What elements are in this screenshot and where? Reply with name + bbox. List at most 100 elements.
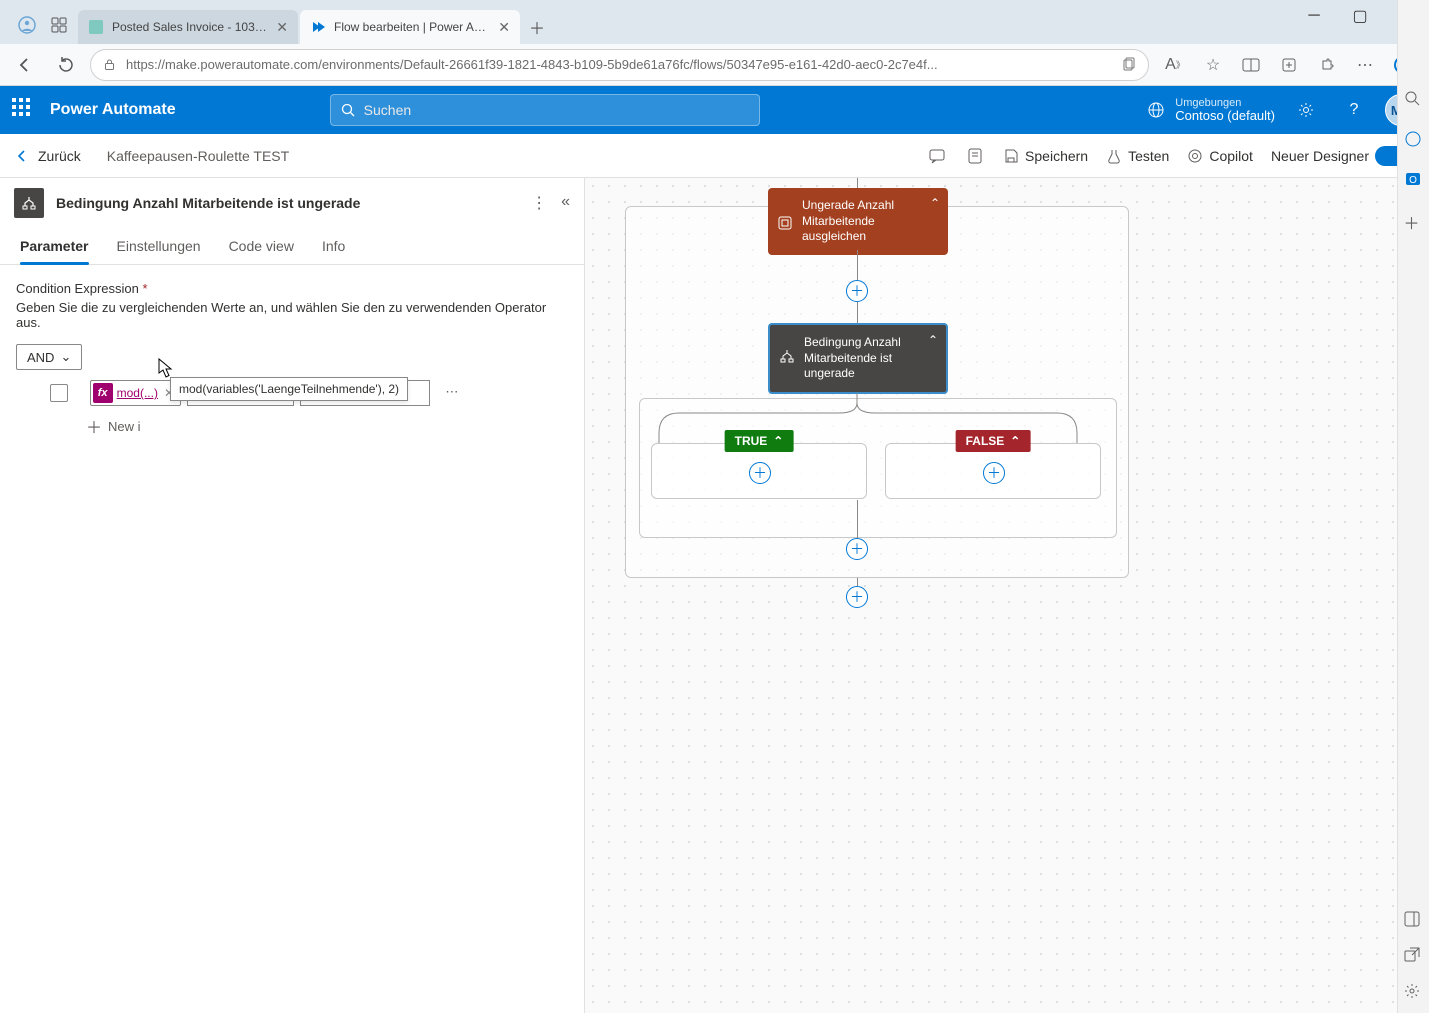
- app-launcher-icon[interactable]: [12, 98, 36, 122]
- rail-add-icon[interactable]: ＋: [1404, 210, 1424, 230]
- tab-title: Flow bearbeiten | Power Automa: [334, 20, 490, 34]
- add-step-button[interactable]: ＋: [846, 586, 868, 608]
- app-name: Power Automate: [50, 101, 176, 119]
- notes-icon[interactable]: [965, 147, 985, 165]
- add-new-row-button[interactable]: ＋ New i: [86, 414, 141, 438]
- scope-node[interactable]: Ungerade Anzahl Mitarbeitende ausgleiche…: [768, 188, 948, 255]
- row-more-icon[interactable]: ⋯: [445, 384, 460, 399]
- condition-node[interactable]: Bedingung Anzahl Mitarbeitende ist unger…: [768, 323, 948, 394]
- panel-collapse-icon[interactable]: «: [561, 193, 570, 213]
- settings-icon[interactable]: [1289, 93, 1323, 127]
- add-new-label: New i: [108, 419, 141, 434]
- chevron-up-icon[interactable]: ⌃: [928, 333, 938, 349]
- window-minimize[interactable]: ─: [1291, 0, 1337, 32]
- expression-text: mod(...): [117, 386, 158, 400]
- panel-more-icon[interactable]: ⋮: [531, 193, 547, 213]
- copilot-button[interactable]: Copilot: [1187, 148, 1253, 164]
- collections-icon[interactable]: [1273, 49, 1305, 81]
- save-label: Speichern: [1025, 148, 1088, 164]
- back-button[interactable]: Zurück: [14, 148, 81, 164]
- tab-code-view[interactable]: Code view: [215, 228, 308, 264]
- add-step-button[interactable]: ＋: [846, 280, 868, 302]
- search-bar[interactable]: [330, 94, 760, 126]
- connector-line: [857, 250, 858, 280]
- search-icon: [341, 103, 356, 118]
- url-text: https://make.powerautomate.com/environme…: [126, 57, 1111, 72]
- search-input[interactable]: [364, 102, 749, 118]
- browser-tab-inactive[interactable]: Posted Sales Invoice - 103216 · T ✕: [78, 10, 298, 44]
- false-branch-box: FALSE ⌃ ＋: [885, 443, 1101, 499]
- row-checkbox[interactable]: [50, 384, 68, 402]
- new-designer-label: Neuer Designer: [1271, 148, 1369, 164]
- help-icon[interactable]: ?: [1337, 93, 1371, 127]
- test-button[interactable]: Testen: [1106, 148, 1169, 164]
- globe-icon: [1147, 101, 1165, 119]
- condition-title: Bedingung Anzahl Mitarbeitende ist unger…: [804, 335, 901, 380]
- condition-icon: [780, 349, 794, 363]
- tab-info[interactable]: Info: [308, 228, 359, 264]
- tab-close-icon[interactable]: ✕: [276, 19, 288, 36]
- test-label: Testen: [1128, 148, 1169, 164]
- plus-icon: ＋: [86, 414, 102, 438]
- branch-connector: [639, 393, 1117, 443]
- favorite-icon[interactable]: ☆: [1197, 49, 1229, 81]
- feedback-icon[interactable]: [927, 147, 947, 165]
- nav-back-button[interactable]: [10, 50, 40, 80]
- add-step-button[interactable]: ＋: [846, 538, 868, 560]
- field-description: Geben Sie die zu vergleichenden Werte an…: [16, 300, 568, 330]
- cursor-icon: [156, 357, 174, 379]
- tab-parameter[interactable]: Parameter: [6, 228, 103, 264]
- rail-outlook-icon[interactable]: O: [1404, 170, 1424, 190]
- env-label: Umgebungen: [1175, 97, 1275, 109]
- scope-icon: [778, 216, 792, 230]
- svg-text:O: O: [1409, 175, 1417, 186]
- address-bar[interactable]: https://make.powerautomate.com/environme…: [90, 49, 1149, 81]
- flow-title: Kaffeepausen-Roulette TEST: [107, 148, 289, 164]
- true-label[interactable]: TRUE ⌃: [725, 430, 794, 452]
- browser-tab-active[interactable]: Flow bearbeiten | Power Automa ✕: [300, 10, 520, 44]
- panel-title: Bedingung Anzahl Mitarbeitende ist unger…: [56, 195, 519, 211]
- rail-copilot-icon[interactable]: [1404, 130, 1424, 150]
- andor-dropdown[interactable]: AND ⌄: [16, 344, 82, 370]
- copy-url-icon[interactable]: [1121, 57, 1136, 72]
- rail-panel-icon[interactable]: [1404, 911, 1424, 931]
- pa-tab-icon: [310, 19, 326, 35]
- profile-icon[interactable]: [14, 12, 40, 38]
- tab-overview-icon[interactable]: [46, 12, 72, 38]
- rail-popup-icon[interactable]: [1404, 947, 1424, 967]
- new-designer-toggle[interactable]: Neuer Designer: [1271, 146, 1415, 166]
- chevron-up-icon[interactable]: ⌃: [930, 196, 940, 212]
- connector-line: [857, 178, 858, 188]
- false-label[interactable]: FALSE ⌃: [956, 430, 1031, 452]
- rail-settings-icon[interactable]: [1404, 983, 1424, 1003]
- chevron-up-icon: ⌃: [1010, 434, 1020, 448]
- lock-icon: [103, 58, 116, 71]
- environment-picker[interactable]: Umgebungen Contoso (default): [1147, 97, 1275, 123]
- expression-chip[interactable]: fx mod(...) ✕: [90, 380, 181, 406]
- expression-tooltip: mod(variables('LaengeTeilnehmende'), 2): [170, 377, 408, 401]
- save-button[interactable]: Speichern: [1003, 148, 1088, 164]
- more-icon[interactable]: ⋯: [1349, 49, 1381, 81]
- split-screen-icon[interactable]: [1235, 49, 1267, 81]
- rail-search-icon[interactable]: [1404, 90, 1424, 110]
- nav-refresh-button[interactable]: [50, 50, 80, 80]
- window-maximize[interactable]: ▢: [1337, 0, 1383, 32]
- andor-label: AND: [27, 350, 54, 365]
- tab-close-icon[interactable]: ✕: [498, 19, 510, 36]
- scope-title: Ungerade Anzahl Mitarbeitende ausgleiche…: [802, 198, 894, 243]
- field-label: Condition Expression *: [16, 281, 568, 296]
- connector-line: [857, 500, 858, 538]
- read-aloud-icon[interactable]: A》: [1159, 49, 1191, 81]
- add-step-true-button[interactable]: ＋: [749, 462, 771, 484]
- new-tab-button[interactable]: ＋: [522, 12, 552, 42]
- tab-settings[interactable]: Einstellungen: [103, 228, 215, 264]
- fx-icon: fx: [93, 383, 113, 403]
- tab-title: Posted Sales Invoice - 103216 · T: [112, 20, 268, 34]
- add-step-false-button[interactable]: ＋: [983, 462, 1005, 484]
- bc-tab-icon: [88, 19, 104, 35]
- true-branch-box: TRUE ⌃ ＋: [651, 443, 867, 499]
- extensions-icon[interactable]: [1311, 49, 1343, 81]
- condition-icon: [14, 188, 44, 218]
- connector-line: [857, 302, 858, 324]
- env-name: Contoso (default): [1175, 109, 1275, 123]
